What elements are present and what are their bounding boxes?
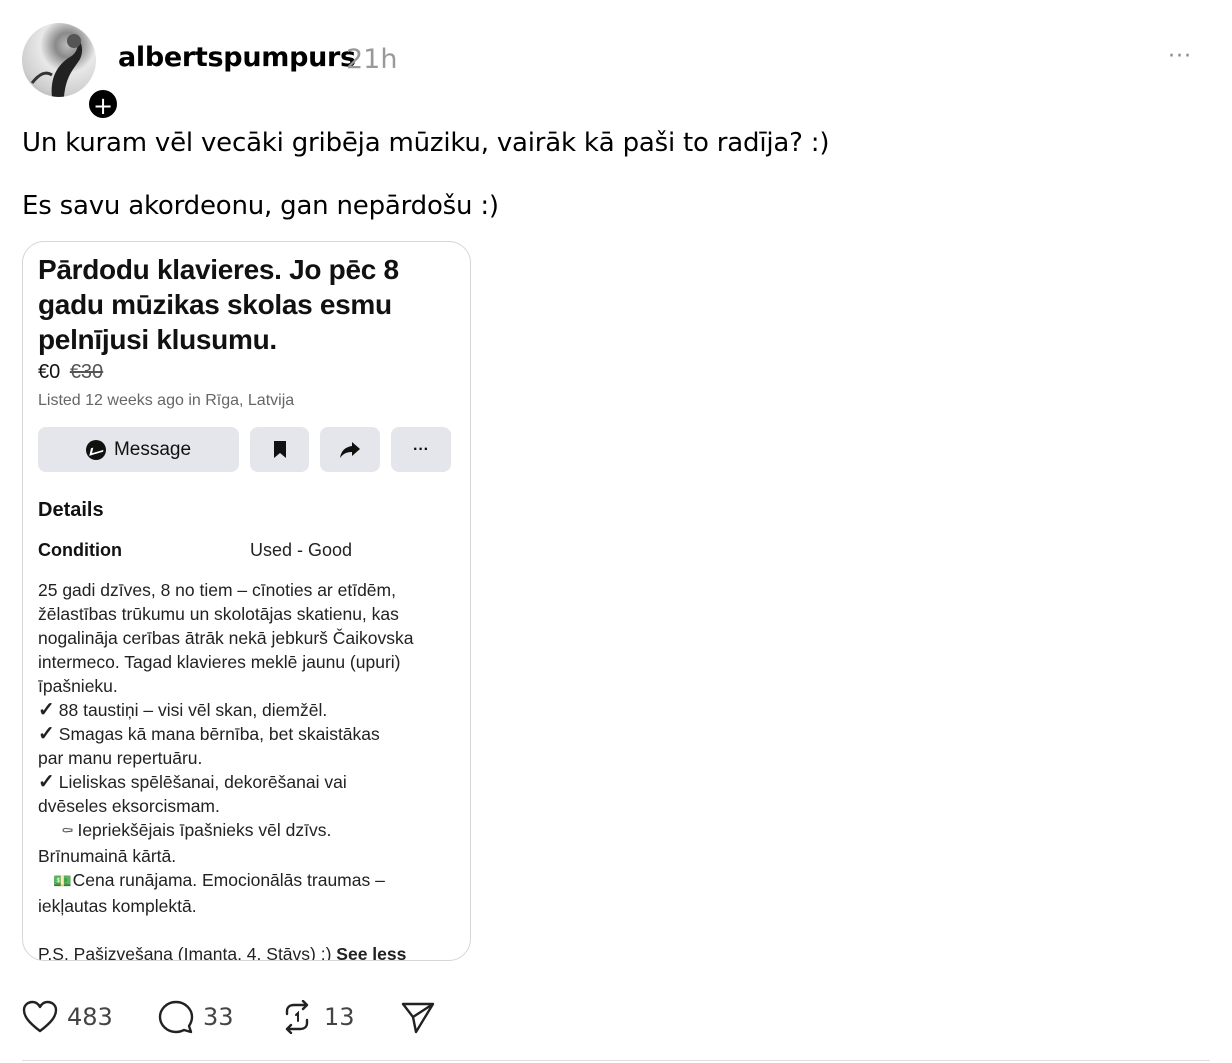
post-image-card[interactable]: Pārdodu klavieres. Jo pēc 8 gadu mūzikas… <box>22 241 471 961</box>
save-button <box>250 427 309 472</box>
bookmark-icon <box>273 441 286 458</box>
messenger-icon <box>85 439 106 460</box>
money-emoji-icon: 💵 <box>53 873 72 890</box>
desc-line: žēlastības trūkumu un skolotājas skatien… <box>38 604 399 624</box>
message-button-label: Message <box>113 438 192 460</box>
listing-description: 25 gadi dzīves, 8 no tiem – cīnoties ar … <box>38 578 458 961</box>
note-item-cont: iekļautas komplektā. <box>38 896 197 916</box>
desc-line: nogalināja cerības ātrāk nekā jebkurš Ča… <box>38 628 414 648</box>
desc-line: īpašnieku. <box>38 676 118 696</box>
listing-meta: Listed 12 weeks ago in Rīga, Latvija <box>38 392 295 409</box>
post-text-line-1: Un kuram vēl vecāki gribēja mūziku, vair… <box>22 128 830 158</box>
check-item: ✓ Smagas kā mana bērnība, bet skaistākas <box>38 723 380 745</box>
listing-title: Pārdodu klavieres. Jo pēc 8 gadu mūzikas… <box>38 254 399 355</box>
checkmark-icon: ✓ <box>38 699 55 721</box>
see-less-link: See less <box>336 944 407 961</box>
price-old: €30 <box>69 361 104 383</box>
reply-button[interactable]: 33 <box>158 1000 234 1034</box>
comment-icon <box>158 1000 194 1034</box>
check-item-cont: par manu repertuāru. <box>38 748 203 768</box>
more-dots-icon: ··· <box>413 440 429 458</box>
post-text-line-2: Es savu akordeonu, gan nepārdošu :) <box>22 191 499 221</box>
post-divider <box>22 1060 1210 1061</box>
message-button: Message <box>38 427 239 472</box>
note-item: 💵Cena runājama. Emocionālās traumas – <box>38 868 458 894</box>
checkmark-icon: ✓ <box>38 771 55 793</box>
desc-line: 25 gadi dzīves, 8 no tiem – cīnoties ar … <box>38 580 396 600</box>
follow-plus-icon[interactable]: + <box>86 87 120 121</box>
like-button[interactable]: 483 <box>22 1000 113 1034</box>
desc-line: intermeco. Tagad klavieres meklē jaunu (… <box>38 652 401 672</box>
repost-button[interactable]: 13 <box>279 1000 355 1034</box>
repost-count: 13 <box>324 1003 355 1031</box>
share-arrow-icon <box>340 441 360 458</box>
checkmark-icon: ✓ <box>38 723 55 745</box>
listing-more-button: ··· <box>391 427 451 472</box>
check-item: ✓ Lieliskas spēlēšanai, dekorēšanai vai <box>38 771 347 793</box>
more-options-icon[interactable]: ··· <box>1168 44 1192 69</box>
share-post-button[interactable] <box>400 1000 436 1034</box>
like-count: 483 <box>67 1003 113 1031</box>
note-item: ⚰ Iepriekšējais īpašnieks vēl dzīvs. <box>38 818 458 844</box>
check-item: ✓ 88 taustiņi – visi vēl skan, diemžēl. <box>38 699 328 721</box>
ps-line: P.S. Pašizvešana (Imanta, 4. Stāvs) :) S… <box>38 942 458 961</box>
heart-icon <box>22 1000 58 1033</box>
avatar-container[interactable]: + <box>22 23 120 121</box>
condition-label: Condition <box>38 540 122 560</box>
avatar[interactable] <box>22 23 96 97</box>
username[interactable]: albertspumpurs <box>118 42 356 73</box>
send-icon <box>401 1002 435 1034</box>
price-current: €0 <box>38 361 61 383</box>
listing-price: €0 €30 <box>38 361 103 384</box>
note-item-cont: Brīnumainā kārtā. <box>38 846 177 866</box>
repost-icon <box>285 1000 309 1034</box>
check-item-cont: dvēseles eksorcismam. <box>38 796 220 816</box>
details-heading: Details <box>38 499 104 521</box>
reply-count: 33 <box>203 1003 234 1031</box>
coffin-emoji-icon: ⚰ <box>61 823 74 840</box>
condition-value: Used - Good <box>250 540 353 560</box>
avatar-image <box>30 34 83 97</box>
share-button <box>320 427 380 472</box>
post-time[interactable]: 21h <box>346 44 397 75</box>
